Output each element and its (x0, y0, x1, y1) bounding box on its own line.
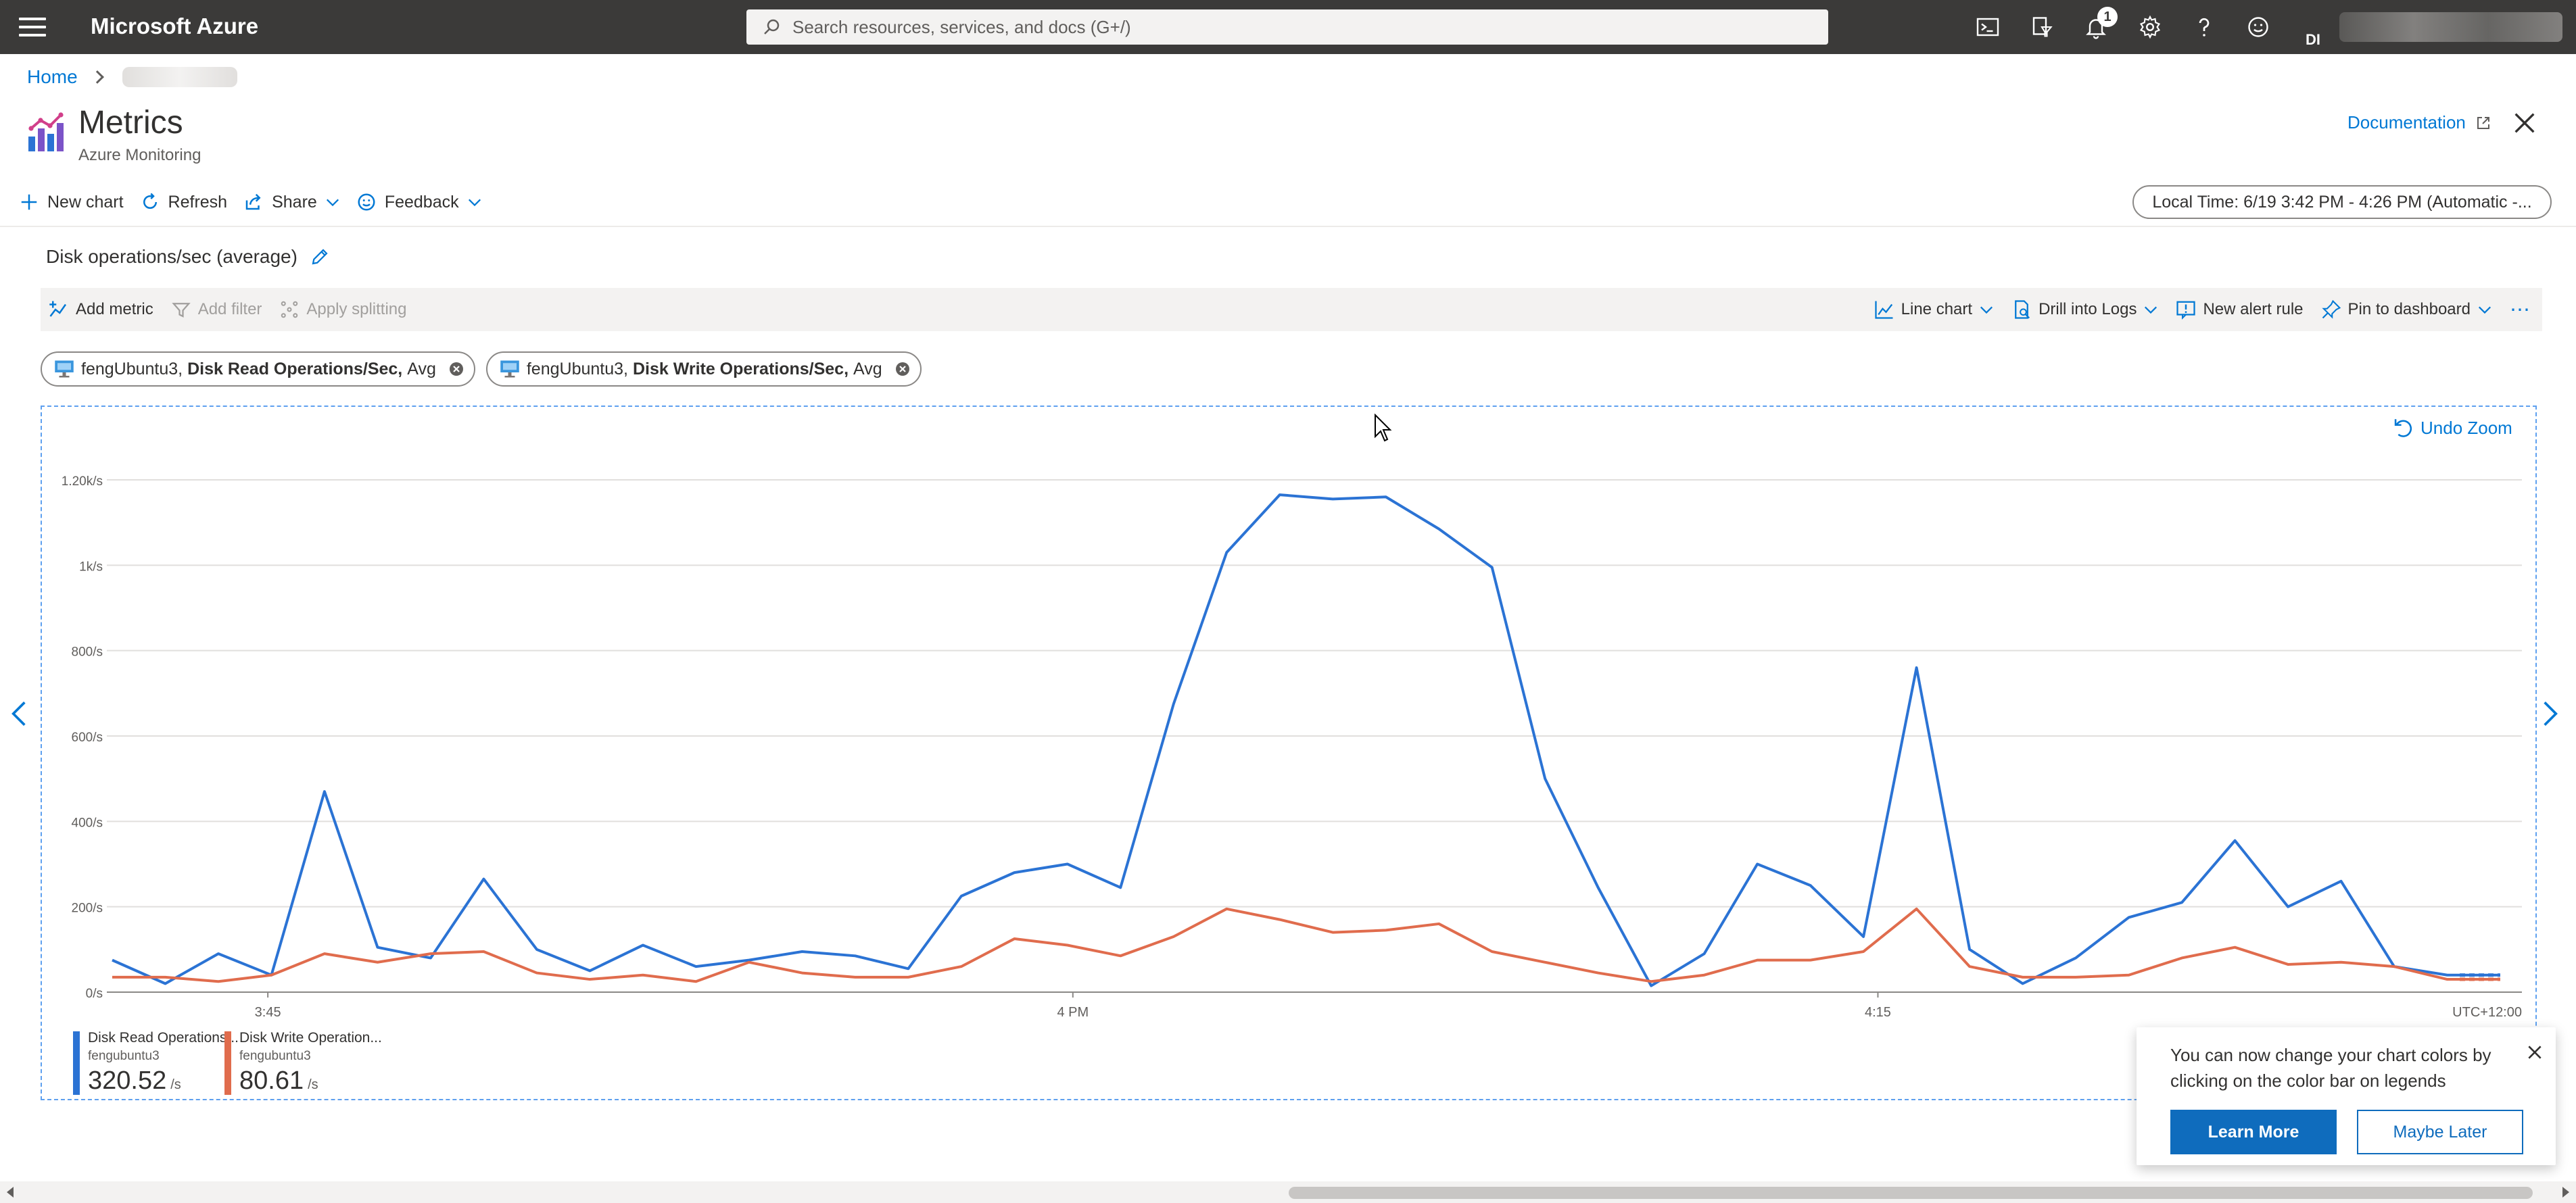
x-tick-label: 4 PM (1057, 1005, 1089, 1020)
legend-value-number: 320.52 (88, 1066, 167, 1095)
close-icon[interactable] (2526, 1044, 2544, 1061)
mouse-cursor-icon (1375, 414, 1392, 442)
y-tick-label: 400/s (72, 816, 103, 830)
y-tick-label: 0/s (86, 987, 103, 1001)
x-tick-label: 4:15 (1865, 1005, 1891, 1020)
y-tick-label: 600/s (72, 731, 103, 745)
metrics-line-chart: 0/s 200/s 400/s 600/s 800/s 1k/s 1.20k/s 3:45 4 … (62, 474, 2522, 1020)
legend-value-number: 80.61 (239, 1066, 304, 1095)
timezone-label: UTC+12:00 (2452, 1005, 2522, 1020)
legend-value-unit: /s (308, 1077, 318, 1092)
y-tick-label: 200/s (72, 902, 103, 916)
legend-value-unit: /s (170, 1077, 181, 1092)
series-line-write (112, 907, 2500, 983)
legend-item-read[interactable]: Disk Read Operations... fengubuntu3 320.… (73, 1029, 239, 1096)
color-tip-toast: You can now change your chart colors by … (2137, 1027, 2556, 1165)
legend-color-bar[interactable] (224, 1031, 231, 1095)
legend-resource: fengubuntu3 (88, 1049, 160, 1063)
legend-item-write[interactable]: Disk Write Operation... fengubuntu3 80.6… (224, 1029, 382, 1096)
legend-series-name: Disk Read Operations... (88, 1030, 239, 1046)
toast-message: You can now change your chart colors by … (2170, 1045, 2491, 1091)
scroll-right-icon[interactable] (2562, 1187, 2569, 1198)
y-tick-label: 1k/s (79, 560, 103, 574)
y-tick-label: 800/s (72, 645, 103, 660)
azure-portal: Microsoft Azure 1 DI Home Metrics (0, 0, 2576, 1203)
maybe-later-button[interactable]: Maybe Later (2357, 1110, 2523, 1154)
legend-color-bar[interactable] (73, 1031, 80, 1095)
series-line-read (112, 493, 2500, 987)
legend-resource: fengubuntu3 (239, 1049, 311, 1063)
x-tick-label: 3:45 (255, 1005, 281, 1020)
y-tick-label: 1.20k/s (62, 474, 103, 489)
scrollbar-thumb[interactable] (1289, 1187, 2533, 1199)
horizontal-scrollbar[interactable] (0, 1181, 2576, 1203)
legend-value: 320.52/s (88, 1066, 181, 1096)
learn-more-button[interactable]: Learn More (2170, 1110, 2337, 1154)
legend-value: 80.61/s (239, 1066, 318, 1096)
legend-series-name: Disk Write Operation... (239, 1030, 382, 1046)
scroll-left-icon[interactable] (7, 1187, 14, 1198)
